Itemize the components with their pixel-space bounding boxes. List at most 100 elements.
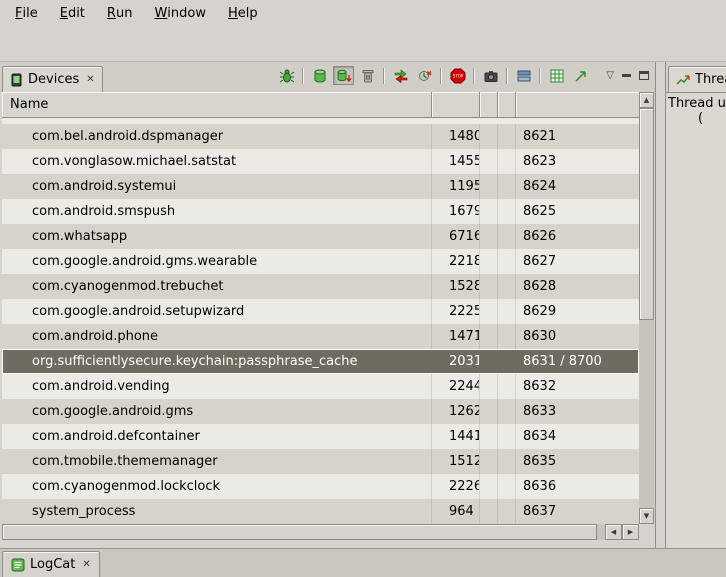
threads-icon xyxy=(676,73,690,87)
process-port: 8627 xyxy=(516,249,639,274)
column-header[interactable] xyxy=(498,92,516,118)
scroll-up-button[interactable]: ▲ xyxy=(639,92,654,108)
minimize-icon[interactable] xyxy=(622,74,631,77)
menu-file[interactable]: File xyxy=(4,0,49,27)
cell-spacer xyxy=(480,324,498,349)
process-name: org.sufficientlysecure.keychain:passphra… xyxy=(2,349,432,374)
process-pid: 12623 xyxy=(432,399,480,424)
process-pid: 1195 xyxy=(432,174,480,199)
view-menu-icon[interactable]: ▽ xyxy=(606,71,614,81)
vertical-scrollbar[interactable]: ▲ ▼ xyxy=(639,92,654,524)
process-name: com.cyanogenmod.trebuchet xyxy=(2,274,432,299)
cell-spacer xyxy=(498,499,516,524)
table-row[interactable]: com.tmobile.thememanager15128635 xyxy=(2,449,639,474)
cell-spacer xyxy=(498,299,516,324)
scroll-down-button[interactable]: ▼ xyxy=(639,508,654,524)
screen-capture-button[interactable] xyxy=(480,66,501,85)
close-icon[interactable]: ✕ xyxy=(80,559,90,570)
table-row[interactable]: com.android.defcontainer144118634 xyxy=(2,424,639,449)
cause-gc-button[interactable] xyxy=(357,66,378,85)
process-pid: 14411 xyxy=(432,424,480,449)
pixel-perfect-button[interactable] xyxy=(570,66,591,85)
column-header[interactable] xyxy=(480,92,498,118)
close-icon[interactable]: ✕ xyxy=(84,74,94,85)
table-row[interactable]: com.android.smspush16798625 xyxy=(2,199,639,224)
process-pid: 6716 xyxy=(432,224,480,249)
cell-spacer xyxy=(498,124,516,149)
cell-spacer xyxy=(480,199,498,224)
toolbar-separator xyxy=(302,68,304,84)
table-row[interactable]: com.android.systemui11958624 xyxy=(2,174,639,199)
process-port: 8628 xyxy=(516,274,639,299)
table-row[interactable]: com.whatsapp67168626 xyxy=(2,224,639,249)
menu-window[interactable]: Window xyxy=(143,0,217,27)
cell-spacer xyxy=(498,474,516,499)
column-header[interactable] xyxy=(516,92,639,118)
camera-icon xyxy=(483,68,499,84)
tab-threads[interactable]: Threads xyxy=(668,66,726,92)
process-name: com.bel.android.dspmanager xyxy=(2,124,432,149)
horizontal-scroll-thumb[interactable] xyxy=(2,524,597,540)
menu-label: indow xyxy=(167,6,206,21)
toolbar-separator xyxy=(383,68,385,84)
menu-edit[interactable]: Edit xyxy=(49,0,96,27)
cell-spacer xyxy=(480,474,498,499)
process-port: 8629 xyxy=(516,299,639,324)
maximize-icon[interactable] xyxy=(639,71,649,80)
menu-accel: H xyxy=(228,6,238,21)
cell-spacer xyxy=(498,149,516,174)
tab-logcat[interactable]: LogCat ✕ xyxy=(2,551,100,577)
table-row[interactable]: com.android.vending224408632 xyxy=(2,374,639,399)
update-threads-button[interactable] xyxy=(390,66,411,85)
vertical-scroll-thumb[interactable] xyxy=(639,108,654,320)
table-row[interactable]: com.google.android.gms126238633 xyxy=(2,399,639,424)
menu-help[interactable]: Help xyxy=(217,0,269,27)
toolbar-separator xyxy=(506,68,508,84)
devices-tab-bar: Devices ✕ xyxy=(0,62,655,92)
layers-icon xyxy=(516,68,532,84)
process-name: com.tmobile.thememanager xyxy=(2,449,432,474)
process-port: 8630 xyxy=(516,324,639,349)
menu-run[interactable]: Run xyxy=(96,0,144,27)
cell-spacer xyxy=(480,174,498,199)
table-row[interactable]: com.cyanogenmod.lockclock222658636 xyxy=(2,474,639,499)
tab-devices[interactable]: Devices ✕ xyxy=(2,66,103,92)
table-row[interactable]: com.android.phone14718630 xyxy=(2,324,639,349)
menu-label: un xyxy=(116,6,132,21)
cell-spacer xyxy=(498,224,516,249)
table-row[interactable]: com.google.android.gms.wearable221858627 xyxy=(2,249,639,274)
panel-sash[interactable] xyxy=(656,62,665,548)
scroll-right-button[interactable]: ▶ xyxy=(622,524,639,540)
dump-hprof-button[interactable] xyxy=(333,66,354,85)
toolbar-separator xyxy=(440,68,442,84)
hierarchy-view-button[interactable] xyxy=(546,66,567,85)
debug-process-button[interactable] xyxy=(276,66,297,85)
cell-spacer xyxy=(480,424,498,449)
table-row[interactable]: com.vonglasow.michael.satstat145538623 xyxy=(2,149,639,174)
process-pid: 964 xyxy=(432,499,480,524)
threads-update-icon xyxy=(393,68,409,84)
process-name: com.google.android.setupwizard xyxy=(2,299,432,324)
threads-message-line: ( xyxy=(668,111,724,126)
column-header[interactable] xyxy=(432,92,480,118)
stop-process-button[interactable]: STOP xyxy=(447,66,468,85)
table-row[interactable]: com.cyanogenmod.trebuchet15288628 xyxy=(2,274,639,299)
threads-tab-bar: Threads xyxy=(666,62,726,92)
cell-spacer xyxy=(498,324,516,349)
devices-toolbar: STOP xyxy=(276,66,655,85)
horizontal-scrollbar[interactable]: ◀ ▶ xyxy=(2,524,639,540)
process-name: com.android.defcontainer xyxy=(2,424,432,449)
table-row[interactable]: com.bel.android.dspmanager14808621 xyxy=(2,124,639,149)
ddms-window: File Edit Run Window Help Devices ✕ xyxy=(0,0,726,577)
table-row[interactable]: system_process9648637 xyxy=(2,499,639,524)
scroll-left-button[interactable]: ◀ xyxy=(605,524,622,540)
column-header-name[interactable]: Name xyxy=(2,92,432,118)
threads-message: Thread up ( xyxy=(666,92,726,548)
trash-icon xyxy=(360,68,376,84)
dump-view-hierarchy-button[interactable] xyxy=(513,66,534,85)
table-row-selected[interactable]: org.sufficientlysecure.keychain:passphra… xyxy=(2,349,639,374)
cell-spacer xyxy=(498,349,516,374)
update-heap-button[interactable] xyxy=(309,66,330,85)
method-profiling-button[interactable] xyxy=(414,66,435,85)
table-row[interactable]: com.google.android.setupwizard222508629 xyxy=(2,299,639,324)
